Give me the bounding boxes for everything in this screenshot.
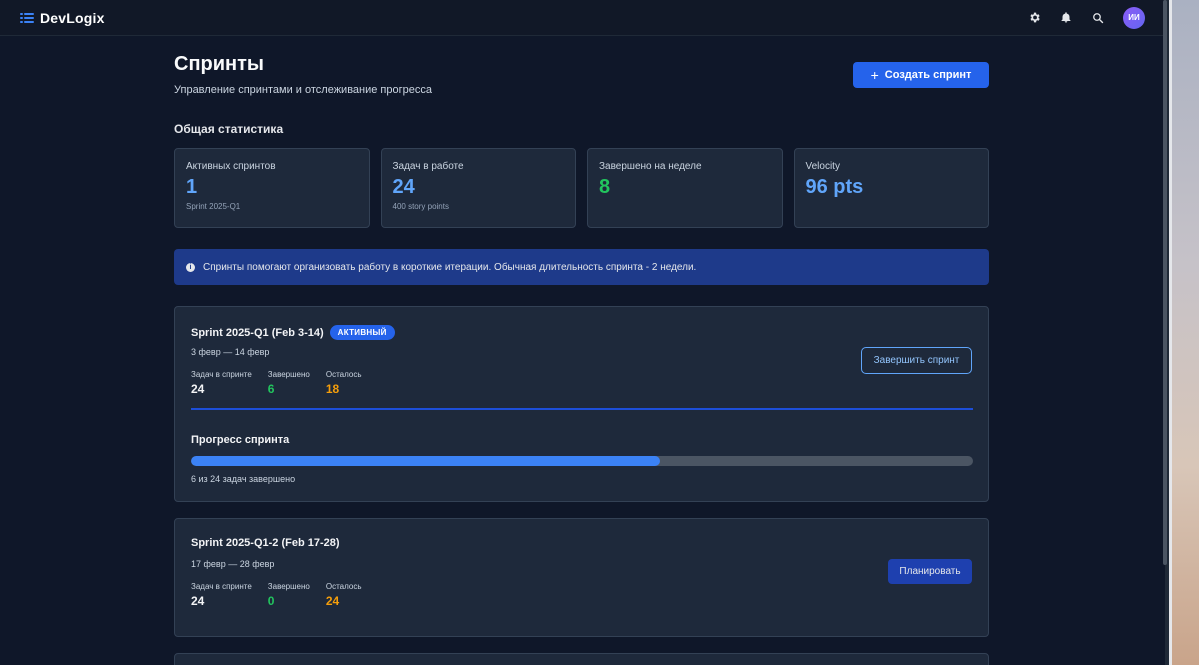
plan-sprint-button[interactable]: Планировать <box>888 559 972 584</box>
stat-label: Завершено на неделе <box>599 161 702 172</box>
divider <box>191 408 973 410</box>
create-sprint-button[interactable]: + Создать спринт <box>853 62 989 88</box>
stat-label: Задач в работе <box>392 161 464 172</box>
metric-tasks: Задач в спринте 24 <box>191 582 252 608</box>
sprint-name: Sprint 2025-Q1-2 (Feb 17-28) <box>191 537 340 549</box>
metric-label: Завершено <box>267 582 310 591</box>
stat-label: Velocity <box>805 161 840 172</box>
avatar[interactable]: ИИ <box>1123 6 1145 29</box>
stat-card-tasks-in-progress: Задач в работе 24 400 story points <box>380 148 576 228</box>
stat-sub: Sprint 2025-Q1 <box>186 202 241 211</box>
page-subtitle: Управление спринтами и отслеживание прог… <box>174 84 432 96</box>
info-icon: i <box>186 262 195 272</box>
metric-value: 24 <box>191 594 205 608</box>
stat-value: 1 <box>186 176 198 198</box>
sprint-metrics: Задач в спринте 24 Завершено 0 Осталось … <box>191 582 361 608</box>
metric-value: 24 <box>325 594 340 608</box>
metric-remaining: Осталось 24 <box>326 582 362 608</box>
metric-label: Задач в спринте <box>191 370 252 379</box>
search-icon[interactable] <box>1091 11 1105 25</box>
main-content: Спринты Управление спринтами и отслежива… <box>174 36 989 665</box>
sprint-name: Sprint 2025-Q1 (Feb 3-14) <box>191 326 324 339</box>
progress-text: 6 из 24 задач завершено <box>191 474 296 484</box>
metric-remaining: Осталось 18 <box>326 370 362 396</box>
metric-label: Осталось <box>325 370 362 379</box>
page-title: Спринты <box>174 53 264 75</box>
metric-label: Завершено <box>267 370 310 379</box>
metric-value: 0 <box>267 594 275 608</box>
app-window: DevLogix ИИ Спринты Управление спринтами… <box>0 0 1165 665</box>
metric-completed: Завершено 0 <box>268 582 310 608</box>
scrollbar-thumb[interactable] <box>1163 0 1167 565</box>
app-name: DevLogix <box>40 9 105 26</box>
progress-title: Прогресс спринта <box>191 434 290 446</box>
list-icon <box>20 12 34 24</box>
stat-label: Активных спринтов <box>186 161 276 172</box>
sprint-card-planned: Sprint 2025-Q1-2 (Feb 17-28) 17 февр — 2… <box>174 518 989 637</box>
metric-value: 18 <box>325 382 340 396</box>
metric-tasks: Задач в спринте 24 <box>191 370 252 396</box>
sprint-metrics: Задач в спринте 24 Завершено 6 Осталось … <box>191 370 361 396</box>
stat-card-completed-week: Завершено на неделе 8 <box>587 148 783 228</box>
sprint-dates: 3 февр — 14 февр <box>191 347 270 357</box>
finish-sprint-button[interactable]: Завершить спринт <box>861 347 972 374</box>
info-banner: i Спринты помогают организовать работу в… <box>174 249 989 285</box>
info-text: Спринты помогают организовать работу в к… <box>203 261 697 273</box>
metric-value: 6 <box>267 382 275 396</box>
stat-card-velocity: Velocity 96 pts <box>793 148 989 228</box>
stat-value: 8 <box>599 176 611 198</box>
bell-icon[interactable] <box>1059 11 1073 25</box>
stat-value: 24 <box>392 176 415 198</box>
stats-section-title: Общая статистика <box>174 122 284 136</box>
gear-icon[interactable] <box>1027 11 1041 25</box>
metric-label: Задач в спринте <box>191 582 252 591</box>
create-sprint-label: Создать спринт <box>884 69 972 81</box>
metric-label: Осталось <box>325 582 362 591</box>
stat-value: 96 pts <box>805 176 864 198</box>
metric-completed: Завершено 6 <box>268 370 310 396</box>
logo[interactable]: DevLogix <box>20 10 105 26</box>
metric-value: 24 <box>191 382 205 396</box>
progress-fill <box>191 456 661 466</box>
status-badge: АКТИВНЫЙ <box>329 325 395 340</box>
desktop-background <box>1169 0 1199 665</box>
stat-sub: 400 story points <box>392 202 449 211</box>
progress-bar <box>191 456 973 466</box>
stats-cards: Активных спринтов 1 Sprint 2025-Q1 Задач… <box>174 148 989 228</box>
stat-card-active-sprints: Активных спринтов 1 Sprint 2025-Q1 <box>174 148 370 228</box>
sprint-dates: 17 февр — 28 февр <box>191 559 275 569</box>
plus-icon: + <box>870 67 879 83</box>
top-navbar: DevLogix ИИ <box>0 0 1165 36</box>
sprint-card-next <box>174 653 989 665</box>
sprint-card-active: Sprint 2025-Q1 (Feb 3-14) АКТИВНЫЙ 3 фев… <box>174 306 989 502</box>
